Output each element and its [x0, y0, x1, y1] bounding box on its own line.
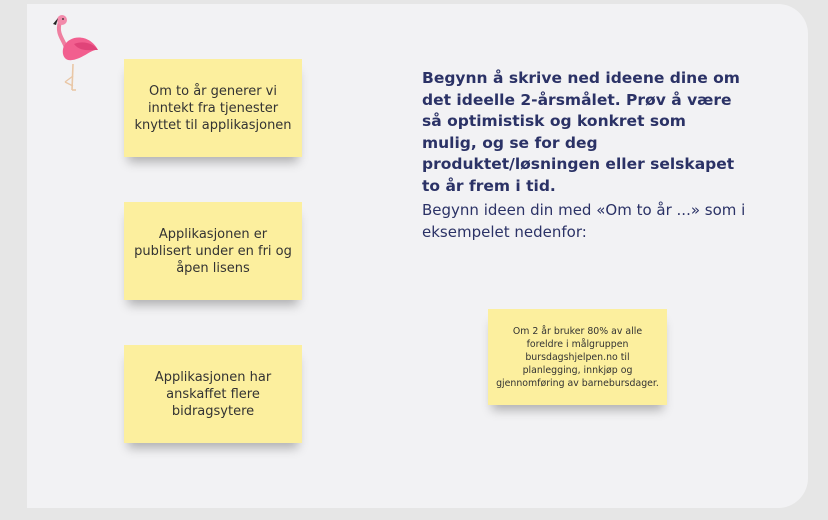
sticky-note-text: Applikasjonen er publisert under en fri …: [134, 226, 292, 276]
example-note-text: Om 2 år bruker 80% av alle foreldre i må…: [496, 325, 659, 389]
instruction-text: Begynn ideen din med «Om to år ...» som …: [422, 201, 746, 241]
example-sticky-note[interactable]: Om 2 år bruker 80% av alle foreldre i må…: [488, 309, 667, 405]
instruction-heading: Begynn å skrive ned ideene dine om det i…: [422, 69, 740, 195]
sticky-note-text: Om to år generer vi inntekt fra tjeneste…: [134, 83, 292, 133]
sticky-note-text: Applikasjonen har anskaffet flere bidrag…: [154, 369, 272, 419]
sticky-note[interactable]: Applikasjonen er publisert under en fri …: [124, 202, 302, 300]
sticky-note[interactable]: Applikasjonen har anskaffet flere bidrag…: [124, 345, 302, 443]
sticky-note[interactable]: Om to år generer vi inntekt fra tjeneste…: [124, 59, 302, 157]
flamingo-icon: [53, 15, 98, 91]
